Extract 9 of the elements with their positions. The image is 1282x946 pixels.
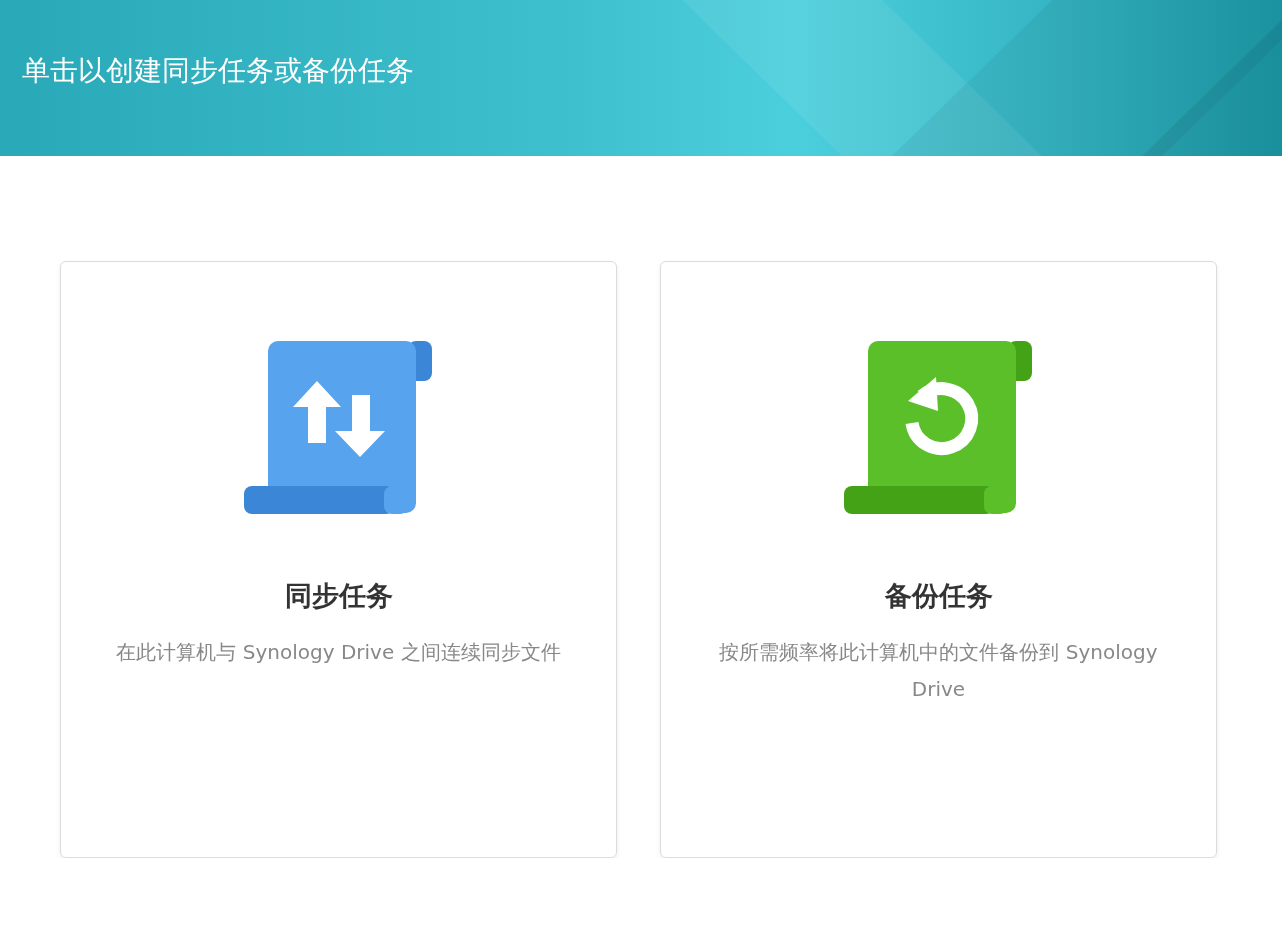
card-description: 在此计算机与 Synology Drive 之间连续同步文件: [115, 639, 562, 666]
card-title: 同步任务: [284, 579, 393, 613]
sync-scroll-icon: [243, 341, 434, 516]
card-title: 备份任务: [884, 579, 993, 613]
sync-task-card[interactable]: 同步任务 在此计算机与 Synology Drive 之间连续同步文件: [60, 261, 617, 858]
backup-task-card[interactable]: 备份任务 按所需频率将此计算机中的文件备份到 Synology Drive: [660, 261, 1217, 858]
backup-scroll-icon: [843, 341, 1034, 516]
card-description: 按所需频率将此计算机中的文件备份到 Synology Drive: [718, 639, 1159, 703]
header-title: 单击以创建同步任务或备份任务: [22, 53, 414, 89]
